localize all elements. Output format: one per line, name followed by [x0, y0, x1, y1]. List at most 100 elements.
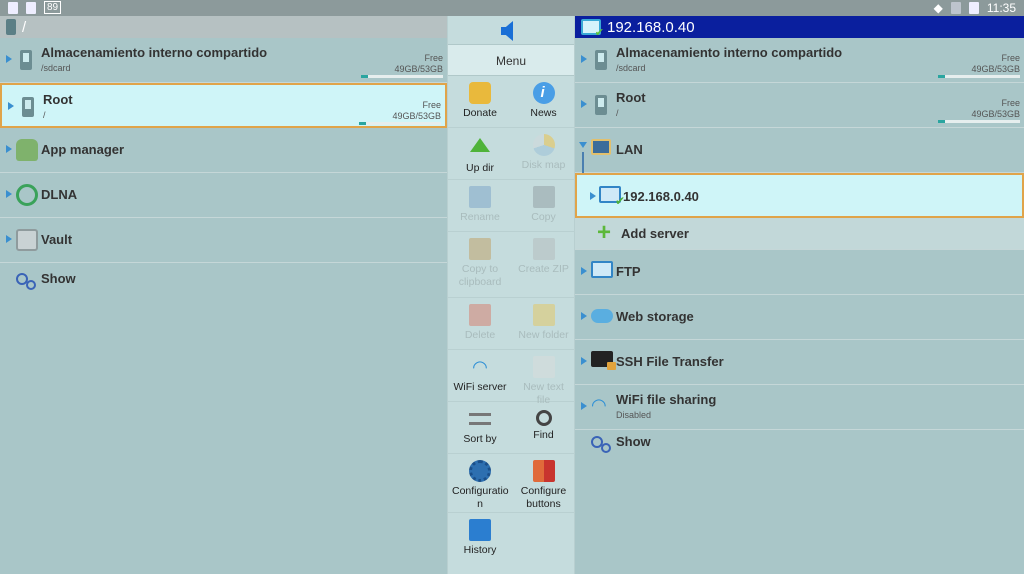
expand-arrow-icon[interactable]	[581, 267, 587, 275]
battery-icon	[968, 2, 979, 14]
free-label: Free	[422, 100, 441, 110]
menu-item-configuration[interactable]: Configuratio n	[448, 454, 512, 513]
rename-icon	[469, 186, 491, 208]
menu-item-history[interactable]: History	[448, 513, 512, 565]
list-item-ftp[interactable]: FTP	[575, 250, 1024, 295]
menu-item-sort-by[interactable]: Sort by	[448, 402, 512, 454]
list-item-web-storage[interactable]: Web storage	[575, 295, 1024, 340]
menu-item-create-zip[interactable]: Create ZIP	[512, 232, 575, 298]
menu-item-new-folder[interactable]: New folder	[512, 298, 575, 350]
plus-icon: +	[597, 219, 612, 246]
item-status: Disabled	[616, 410, 652, 420]
item-path: /	[43, 110, 46, 120]
left-path-bar[interactable]: /	[0, 16, 447, 38]
expand-arrow-icon[interactable]	[581, 357, 587, 365]
list-item-internal-storage[interactable]: Almacenamiento interno compartido /sdcar…	[0, 38, 447, 83]
menu-panel: Menu Donate News Up dir Disk map Rename …	[447, 16, 575, 574]
item-title: Add server	[621, 226, 689, 241]
android-icon	[16, 139, 38, 161]
list-item-show[interactable]: Show	[575, 430, 1024, 475]
menu-item-copy[interactable]: Copy	[512, 180, 575, 232]
configure-buttons-icon	[532, 460, 555, 482]
wifi-icon: ◠	[472, 357, 488, 377]
list-item-ssh-file-transfer[interactable]: SSH File Transfer	[575, 340, 1024, 385]
menu-item-rename[interactable]: Rename	[448, 180, 512, 232]
left-path: /	[22, 18, 27, 36]
menu-item-disk-map[interactable]: Disk map	[512, 128, 575, 180]
right-path: 192.168.0.40	[607, 18, 695, 36]
expand-arrow-icon[interactable]	[581, 402, 587, 410]
menu-item-donate[interactable]: Donate	[448, 76, 512, 128]
item-title: Root	[43, 92, 73, 107]
list-item-lan[interactable]: LAN	[575, 128, 1024, 174]
expand-arrow-icon[interactable]	[590, 192, 596, 200]
right-path-bar[interactable]: 192.168.0.40	[575, 16, 1024, 39]
zip-icon	[532, 238, 555, 260]
root-storage-icon	[595, 95, 607, 115]
free-label: Free	[424, 53, 443, 63]
list-item-lan-server[interactable]: 192.168.0.40	[575, 173, 1024, 218]
capacity-text: 49GB/53GB	[971, 64, 1020, 74]
list-item-show[interactable]: Show	[0, 263, 447, 308]
new-folder-icon	[532, 304, 555, 326]
status-bar: 89 ◆ 11:35	[0, 0, 1024, 16]
usage-bar	[359, 122, 441, 125]
item-path: /sdcard	[41, 63, 71, 73]
expand-arrow-icon[interactable]	[581, 55, 587, 63]
item-title: Root	[616, 90, 646, 105]
clock: 11:35	[986, 1, 1016, 15]
list-item-dlna[interactable]: DLNA	[0, 173, 447, 218]
menu-title: Menu	[448, 44, 574, 76]
menu-item-news[interactable]: News	[512, 76, 575, 128]
item-title: Web storage	[616, 309, 694, 324]
usage-bar	[361, 75, 443, 78]
menu-item-new-text-file[interactable]: New text file	[512, 350, 575, 406]
capacity-text: 49GB/53GB	[971, 109, 1020, 119]
list-item-root[interactable]: Root / Free 49GB/53GB	[0, 83, 447, 128]
list-item-root[interactable]: Root / Free 49GB/53GB	[575, 83, 1024, 128]
expand-arrow-icon[interactable]	[581, 100, 587, 108]
expand-arrow-icon[interactable]	[6, 190, 12, 198]
expand-arrow-icon[interactable]	[8, 102, 14, 110]
menu-item-find[interactable]: Find	[512, 402, 575, 454]
menu-item-delete[interactable]: Delete	[448, 298, 512, 350]
item-title: 192.168.0.40	[623, 189, 699, 204]
capacity-text: 49GB/53GB	[392, 111, 441, 121]
list-item-app-manager[interactable]: App manager	[0, 128, 447, 173]
tree-line	[582, 152, 584, 174]
history-icon	[469, 519, 491, 541]
expand-arrow-icon[interactable]	[581, 312, 587, 320]
item-title: SSH File Transfer	[616, 354, 724, 369]
search-icon	[535, 410, 552, 426]
item-title: Show	[41, 271, 76, 286]
expand-arrow-icon[interactable]	[6, 235, 12, 243]
list-item-wifi-file-sharing[interactable]: ◠ WiFi file sharing Disabled	[575, 385, 1024, 430]
sort-icon	[469, 413, 491, 425]
signal-icon	[950, 2, 961, 14]
item-title: DLNA	[41, 187, 78, 202]
collapse-arrow-icon[interactable]	[579, 142, 587, 148]
trash-icon	[469, 304, 491, 326]
menu-item-configure-buttons[interactable]: Configure buttons	[512, 454, 575, 513]
wifi-status-icon: ◆	[933, 1, 943, 15]
list-item-vault[interactable]: Vault	[0, 218, 447, 263]
ssh-lock-icon	[591, 351, 616, 370]
menu-item-copy-to-clipboard[interactable]: Copy to clipboard	[448, 232, 512, 298]
expand-arrow-icon[interactable]	[6, 145, 12, 153]
back-arrow-button[interactable]	[448, 16, 574, 44]
add-server-button[interactable]: + Add server	[575, 218, 1024, 250]
menu-item-up-dir[interactable]: Up dir	[448, 128, 512, 180]
new-text-file-icon	[532, 356, 555, 378]
notification-icon	[8, 1, 18, 14]
network-computer-icon	[581, 19, 604, 39]
expand-arrow-icon[interactable]	[6, 55, 12, 63]
menu-item-wifi-server[interactable]: ◠ WiFi server	[448, 350, 512, 402]
device-icon	[6, 19, 16, 35]
left-pane: / Almacenamiento interno compartido /sdc…	[0, 16, 447, 574]
cloud-icon	[591, 309, 613, 323]
list-item-internal-storage[interactable]: Almacenamiento interno compartido /sdcar…	[575, 38, 1024, 83]
image-notification-icon	[26, 1, 36, 14]
item-path: /sdcard	[616, 63, 646, 73]
item-title: Almacenamiento interno compartido	[616, 45, 843, 60]
free-label: Free	[1001, 53, 1020, 63]
